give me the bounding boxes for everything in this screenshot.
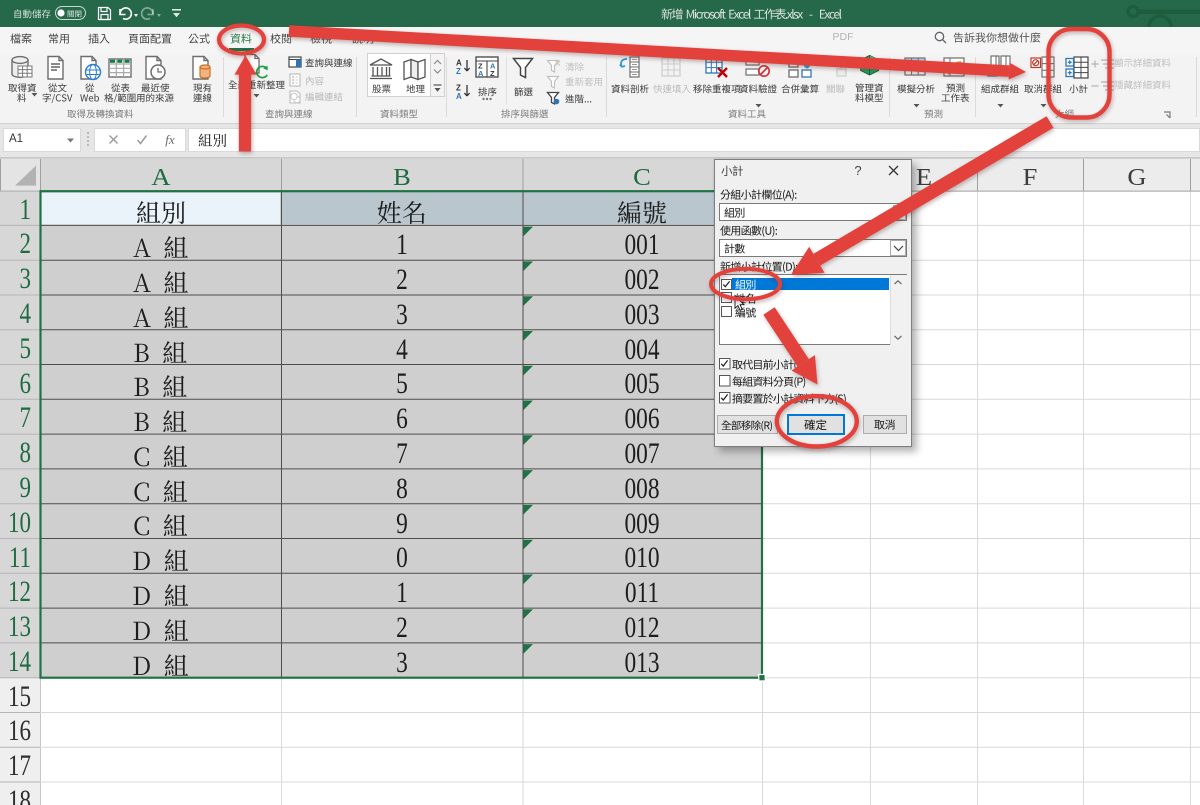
svg-text:Z: Z	[456, 67, 461, 76]
svg-text:Z: Z	[490, 69, 495, 78]
svg-text:A: A	[478, 69, 484, 78]
svg-text:A: A	[456, 92, 462, 101]
